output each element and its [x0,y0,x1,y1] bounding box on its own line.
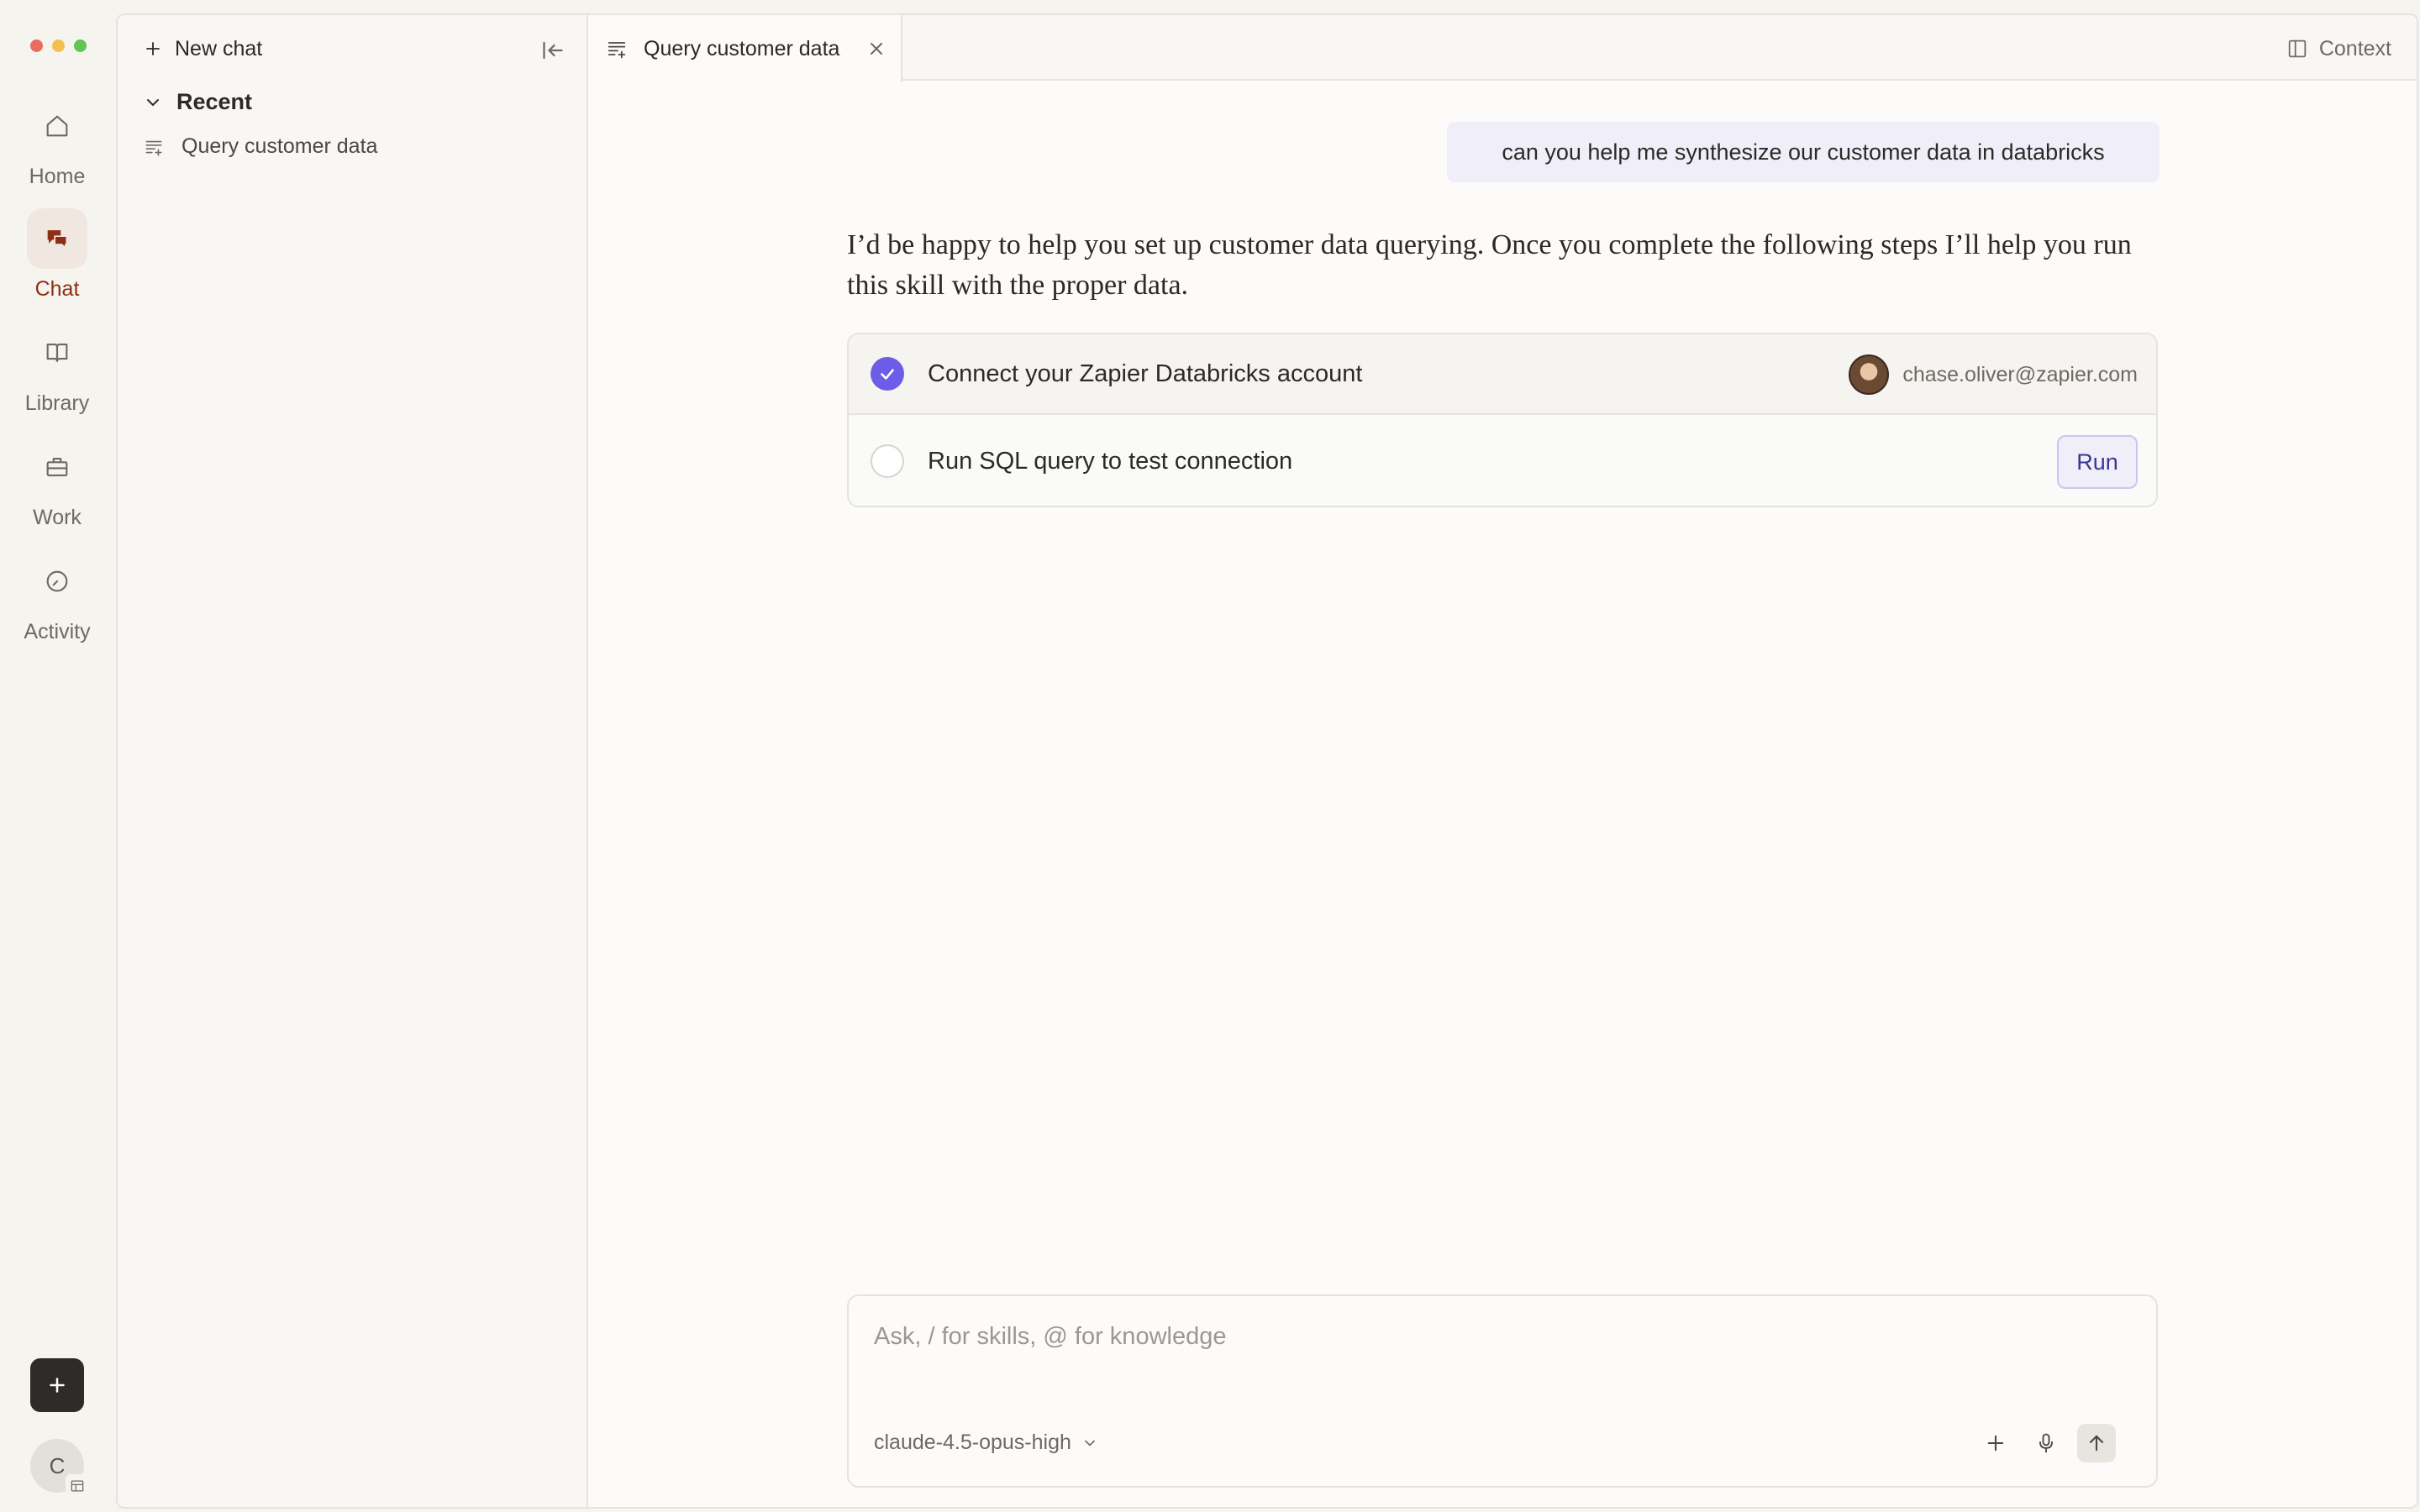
chat-sidebar: New chat Recent Query customer data [118,15,588,1507]
user-message: can you help me synthesize our customer … [1447,122,2160,182]
step-complete-check-icon[interactable] [871,357,904,391]
step-run-sql: Run SQL query to test connection Run [849,415,2156,506]
recent-header: Recent [176,89,253,114]
collapse-left-icon [543,41,563,60]
rail-item-activity[interactable]: Activity [0,551,114,644]
run-button[interactable]: Run [2057,435,2138,489]
step-connect-account: Connect your Zapier Databricks account c… [849,334,2156,415]
attach-button[interactable] [1976,1424,2015,1462]
briefcase-icon [27,437,87,497]
model-name: claude-4.5-opus-high [874,1431,1071,1454]
book-icon [27,323,87,383]
rail-item-work[interactable]: Work [0,437,114,530]
plus-icon [1987,1435,2004,1452]
new-item-button[interactable] [30,1358,84,1412]
rail-label: Activity [24,620,91,643]
panel-icon [2288,39,2307,58]
new-chat-button[interactable]: New chat [143,32,262,66]
context-toggle-button[interactable]: Context [2286,32,2391,66]
plus-icon [50,1378,65,1393]
home-icon [27,96,87,156]
chevron-down-icon [147,98,159,106]
setup-steps-card: Connect your Zapier Databricks account c… [847,333,2158,507]
account-avatar [1849,354,1890,395]
close-icon[interactable] [866,39,886,59]
rail-label: Work [33,506,82,529]
chat-list-icon [145,140,162,156]
assistant-message: I’d be happy to help you set up customer… [847,229,2132,301]
step-label: Run SQL query to test connection [928,447,1293,475]
new-chat-label: New chat [175,36,263,60]
rail-label: Home [29,165,86,188]
tab-label: Query customer data [644,36,840,60]
step-label: Connect your Zapier Databricks account [928,360,1363,387]
tab-bar: Query customer data Context [590,15,2417,82]
connected-account[interactable]: chase.oliver@zapier.com [1849,354,2138,395]
recent-section-toggle[interactable]: Recent [143,89,252,115]
account-email: chase.oliver@zapier.com [1902,362,2138,386]
rail-item-chat[interactable]: Chat [0,208,114,302]
plus-icon [146,42,160,55]
model-selector[interactable]: claude-4.5-opus-high [874,1431,1098,1455]
app-rail: Home Chat Library Work Activity C [0,0,114,1512]
workspace-badge-icon [66,1474,89,1498]
rail-label: Library [24,391,90,415]
message-input[interactable] [874,1318,2050,1355]
minimize-window-button[interactable] [52,39,65,52]
message-composer: claude-4.5-opus-high [847,1294,2158,1488]
close-window-button[interactable] [30,39,43,52]
microphone-icon [2039,1433,2053,1453]
send-button[interactable] [2077,1424,2116,1462]
collapse-sidebar-button[interactable] [538,35,568,66]
step-incomplete-circle-icon[interactable] [871,444,904,478]
rail-item-library[interactable]: Library [0,323,114,416]
window-controls [30,39,87,52]
chevron-down-icon [1085,1440,1095,1446]
chat-icon [27,208,87,269]
voice-input-button[interactable] [2027,1424,2065,1462]
chat-list-icon [608,42,626,59]
tab-query-customer-data[interactable]: Query customer data [590,15,902,82]
rail-label: Chat [34,277,80,301]
recent-chat-label: Query customer data [182,134,378,158]
context-label: Context [2318,36,2391,60]
clock-icon [27,551,87,612]
zoom-window-button[interactable] [74,39,87,52]
arrow-up-icon [2089,1435,2104,1452]
rail-item-home[interactable]: Home [0,96,114,189]
recent-chat-item[interactable]: Query customer data [143,134,377,159]
